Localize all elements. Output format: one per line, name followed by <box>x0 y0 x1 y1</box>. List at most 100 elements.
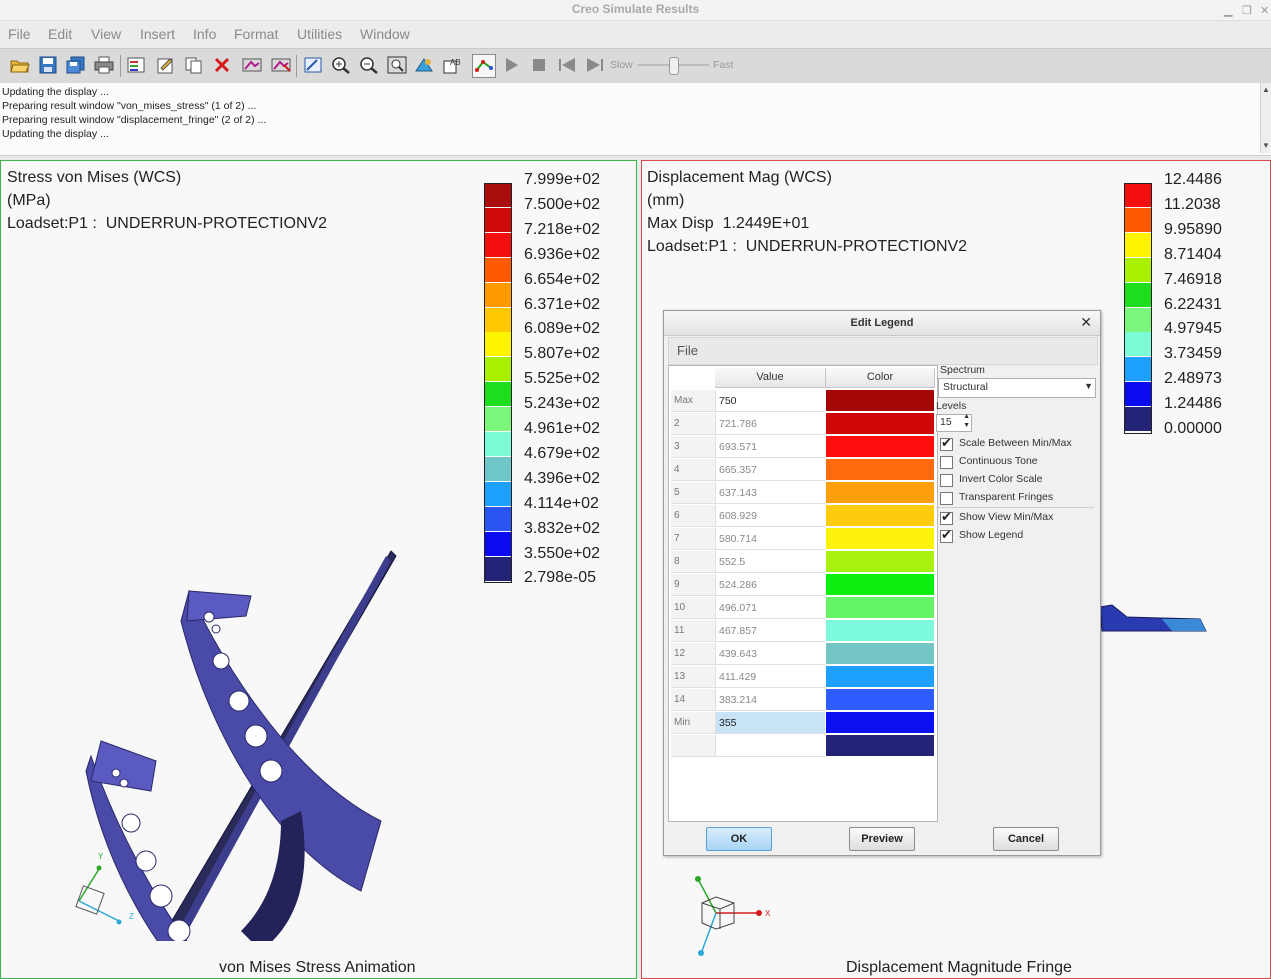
legend-row-color-swatch[interactable] <box>826 413 934 435</box>
message-scrollbar[interactable]: ▲ ▼ <box>1260 83 1271 153</box>
rewind-icon[interactable] <box>556 54 578 76</box>
legend-row-value-field[interactable] <box>715 735 825 757</box>
legend-row-color-swatch[interactable] <box>826 597 934 619</box>
legend-row-label: 8 <box>671 551 715 573</box>
option-label: Scale Between Min/Max <box>959 437 1072 449</box>
legend-row-color-swatch[interactable] <box>826 482 934 504</box>
result-window-stress[interactable]: Stress von Mises (WCS) (MPa) Loadset:P1 … <box>0 160 637 979</box>
dialog-menu-file[interactable]: File <box>677 343 698 358</box>
zoom-out-icon[interactable] <box>358 54 380 76</box>
preview-button[interactable]: Preview <box>849 827 915 851</box>
zoom-in-icon[interactable] <box>330 54 352 76</box>
legend-row-value-field[interactable]: 637.143 <box>715 482 825 504</box>
legend-row-color-swatch[interactable] <box>826 528 934 550</box>
scroll-up-icon[interactable]: ▲ <box>1262 85 1270 94</box>
legend-row-color-swatch[interactable] <box>826 666 934 688</box>
menu-window[interactable]: Window <box>360 26 410 42</box>
legend-row-color-swatch[interactable] <box>826 620 934 642</box>
chevron-down-icon[interactable]: ▼ <box>1084 381 1093 391</box>
legend-row-value-field[interactable]: 693.571 <box>715 436 825 458</box>
save-icon[interactable] <box>37 54 59 76</box>
legend-row-value-field[interactable]: 524.286 <box>715 574 825 596</box>
spectrum-select[interactable]: Structural ▼ <box>938 378 1096 398</box>
option-checkbox[interactable] <box>940 456 953 469</box>
column-header-color[interactable]: Color <box>826 368 935 388</box>
legend-row-label: 10 <box>671 597 715 619</box>
legend-row-label <box>671 735 715 757</box>
checkmark-icon: ✔ <box>941 509 952 524</box>
legend-row-color-swatch[interactable] <box>826 459 934 481</box>
menu-view[interactable]: View <box>91 26 121 42</box>
play-icon[interactable] <box>500 54 522 76</box>
legend-row-color-swatch[interactable] <box>826 551 934 573</box>
option-checkbox[interactable]: ✔ <box>940 509 953 525</box>
stop-icon[interactable] <box>528 54 550 76</box>
delete-icon[interactable] <box>211 54 233 76</box>
repaint-icon[interactable] <box>302 54 324 76</box>
menu-utilities[interactable]: Utilities <box>297 26 342 42</box>
legend-row-value-field[interactable]: 580.714 <box>715 528 825 550</box>
legend-row-color-swatch[interactable] <box>826 689 934 711</box>
speed-slider-thumb[interactable] <box>669 57 679 75</box>
copy-icon[interactable] <box>183 54 205 76</box>
orient-icon[interactable] <box>413 54 435 76</box>
options-divider <box>936 507 1094 508</box>
legend-row-value-field[interactable]: 411.429 <box>715 666 825 688</box>
minimize-icon[interactable]: ▁ <box>1224 2 1232 21</box>
open-folder-icon[interactable] <box>9 54 31 76</box>
coordinate-triad: X <box>695 876 771 956</box>
dialog-close-icon[interactable]: ✕ <box>1080 314 1092 331</box>
ok-button[interactable]: OK <box>706 827 772 851</box>
label-icon[interactable]: AB <box>441 54 463 76</box>
option-checkbox[interactable] <box>940 492 953 505</box>
legend-row-value-field[interactable]: 383.214 <box>715 689 825 711</box>
displacement-model-view[interactable] <box>1092 601 1212 636</box>
legend-row-color-swatch[interactable] <box>826 436 934 458</box>
legend-row-value-field[interactable]: 665.357 <box>715 459 825 481</box>
menu-info[interactable]: Info <box>193 26 216 42</box>
legend-row-value-field[interactable]: 355 <box>715 712 825 734</box>
legend-row-color-swatch[interactable] <box>826 735 934 757</box>
cancel-button[interactable]: Cancel <box>993 827 1059 851</box>
legend-row-value-field[interactable]: 467.857 <box>715 620 825 642</box>
refit-icon[interactable] <box>386 54 408 76</box>
menu-format[interactable]: Format <box>234 26 278 42</box>
coordinate-triad: Y Z <box>75 852 134 925</box>
forward-icon[interactable] <box>584 54 606 76</box>
legend-row-color-swatch[interactable] <box>826 390 934 412</box>
option-checkbox[interactable] <box>940 474 953 487</box>
menu-file[interactable]: File <box>8 26 31 42</box>
edit-result-icon[interactable] <box>155 54 177 76</box>
stepper-up-icon[interactable]: ▲ <box>963 413 970 420</box>
restore-icon[interactable]: ❐ <box>1242 2 1252 21</box>
legend-row-value-field[interactable]: 750 <box>715 390 825 412</box>
graph-icon[interactable] <box>472 54 496 78</box>
option-checkbox[interactable]: ✔ <box>940 527 953 543</box>
show-icon[interactable] <box>241 54 263 76</box>
legend-row-value-field[interactable]: 496.071 <box>715 597 825 619</box>
scroll-down-icon[interactable]: ▼ <box>1262 141 1270 150</box>
legend-row-color-swatch[interactable] <box>826 643 934 665</box>
menu-edit[interactable]: Edit <box>48 26 72 42</box>
close-icon[interactable]: ✕ <box>1260 2 1269 21</box>
speed-fast-label: Fast <box>713 59 734 71</box>
legend-row-color-swatch[interactable] <box>826 712 934 734</box>
menu-insert[interactable]: Insert <box>140 26 175 42</box>
result-window-icon[interactable] <box>125 54 147 76</box>
option-label: Show Legend <box>959 529 1024 541</box>
column-header-value[interactable]: Value <box>715 368 826 388</box>
option-checkbox[interactable]: ✔ <box>940 435 953 451</box>
hide-icon[interactable] <box>270 54 292 76</box>
stepper-down-icon[interactable]: ▼ <box>963 422 970 429</box>
legend-row-color-swatch[interactable] <box>826 505 934 527</box>
legend-value: 3.832e+02 <box>524 519 601 537</box>
legend-row-value-field[interactable]: 439.643 <box>715 643 825 665</box>
save-all-icon[interactable] <box>65 54 87 76</box>
legend-row-value-field[interactable]: 608.929 <box>715 505 825 527</box>
levels-stepper[interactable]: 15 ▲ ▼ <box>936 413 972 432</box>
print-icon[interactable] <box>93 54 115 76</box>
legend-row-color-swatch[interactable] <box>826 574 934 596</box>
legend-row-label: 2 <box>671 413 715 435</box>
legend-row-value-field[interactable]: 552.5 <box>715 551 825 573</box>
legend-row-value-field[interactable]: 721.786 <box>715 413 825 435</box>
